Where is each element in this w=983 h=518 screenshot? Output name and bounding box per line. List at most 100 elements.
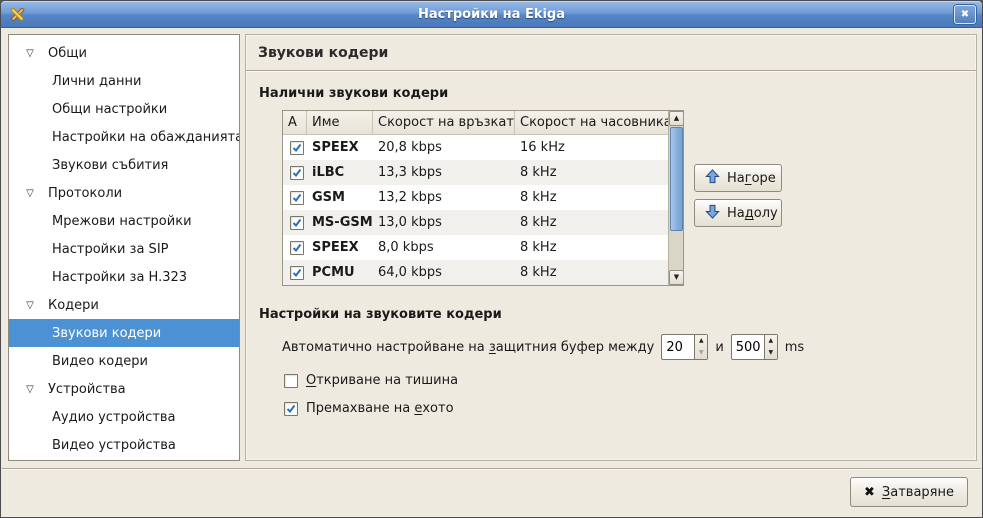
tree-label: Общи bbox=[48, 46, 87, 61]
window-title: Настройки на Ekiga bbox=[1, 7, 982, 22]
unit-label: ms bbox=[785, 340, 804, 355]
codec-name: iLBC bbox=[307, 165, 373, 180]
codec-bitrate: 8,0 kbps bbox=[373, 240, 515, 255]
silence-detection-label: Откриване на тишина bbox=[306, 373, 458, 388]
spin-down-icon: ▼ bbox=[765, 347, 777, 359]
jitter-min-input[interactable] bbox=[662, 335, 694, 359]
column-header-active[interactable]: A bbox=[283, 111, 307, 134]
tree-label: Настройки за H.323 bbox=[52, 270, 187, 285]
sidebar-item-general-settings[interactable]: Общи настройки bbox=[9, 95, 239, 123]
separator bbox=[246, 70, 976, 72]
jitter-buffer-row: Автоматично настройване на защитния буфе… bbox=[282, 334, 976, 360]
echo-cancellation-checkbox[interactable] bbox=[284, 402, 298, 416]
settings-tree: ▽ Общи Лични данни Общи настройки Настро… bbox=[8, 34, 240, 461]
tree-label: Настройки за SIP bbox=[52, 242, 169, 257]
table-row[interactable]: SPEEX 8,0 kbps 8 kHz bbox=[283, 235, 668, 260]
codec-name: PCMU bbox=[307, 265, 373, 280]
column-header-name[interactable]: Име bbox=[307, 111, 373, 134]
titlebar[interactable]: Настройки на Ekiga ✖ bbox=[1, 1, 982, 28]
sidebar-item-audio-devices[interactable]: Аудио устройства bbox=[9, 403, 239, 431]
codec-enabled-checkbox[interactable] bbox=[290, 266, 304, 280]
codec-enabled-checkbox[interactable] bbox=[290, 166, 304, 180]
window-close-button[interactable]: ✖ bbox=[954, 5, 976, 24]
silence-detection-checkbox[interactable] bbox=[284, 374, 298, 388]
tree-label: Видео устройства bbox=[52, 438, 176, 453]
codec-clockrate: 8 kHz bbox=[515, 240, 668, 255]
column-header-bitrate[interactable]: Скорост на връзката bbox=[373, 111, 515, 134]
codec-clockrate: 8 kHz bbox=[515, 265, 668, 280]
codec-bitrate: 13,3 kbps bbox=[373, 165, 515, 180]
sidebar-item-protocols[interactable]: ▽ Протоколи bbox=[9, 179, 239, 207]
expander-icon[interactable]: ▽ bbox=[23, 188, 37, 199]
codec-bitrate: 20,8 kbps bbox=[373, 140, 515, 155]
footer-separator bbox=[2, 468, 981, 470]
table-row[interactable]: MS-GSM 13,0 kbps 8 kHz bbox=[283, 210, 668, 235]
codec-enabled-checkbox[interactable] bbox=[290, 191, 304, 205]
sidebar-item-sip-settings[interactable]: Настройки за SIP bbox=[9, 235, 239, 263]
codec-clockrate: 8 kHz bbox=[515, 190, 668, 205]
table-row[interactable]: GSM 13,2 kbps 8 kHz bbox=[283, 185, 668, 210]
codec-clockrate: 8 kHz bbox=[515, 215, 668, 230]
tree-label: Видео кодери bbox=[52, 354, 148, 369]
sidebar-item-general[interactable]: ▽ Общи bbox=[9, 39, 239, 67]
codec-enabled-checkbox[interactable] bbox=[290, 216, 304, 230]
codec-name: GSM bbox=[307, 190, 373, 205]
table-row[interactable]: SPEEX 20,8 kbps 16 kHz bbox=[283, 135, 668, 160]
close-button-label: Затваряне bbox=[882, 485, 954, 500]
jitter-min-spinner[interactable]: ▲▼ bbox=[661, 334, 708, 360]
tree-label: Общи настройки bbox=[52, 102, 167, 117]
button-label: Надолу bbox=[727, 206, 778, 221]
scroll-up-icon[interactable]: ▲ bbox=[669, 111, 684, 126]
expander-icon[interactable]: ▽ bbox=[23, 384, 37, 395]
codec-clockrate: 8 kHz bbox=[515, 165, 668, 180]
tree-label: Звукови събития bbox=[52, 158, 168, 173]
codec-bitrate: 13,2 kbps bbox=[373, 190, 515, 205]
echo-cancellation-label: Премахване на ехото bbox=[306, 401, 454, 416]
spinner-arrows[interactable]: ▲▼ bbox=[694, 335, 707, 359]
expander-icon[interactable]: ▽ bbox=[23, 300, 37, 311]
scrollbar-thumb[interactable] bbox=[670, 127, 683, 231]
spin-down-icon: ▼ bbox=[695, 347, 707, 359]
tree-label: Кодери bbox=[48, 298, 99, 313]
jitter-max-input[interactable] bbox=[732, 335, 764, 359]
tools-icon bbox=[8, 5, 27, 24]
button-label: Нагоре bbox=[727, 171, 776, 186]
jitter-max-spinner[interactable]: ▲▼ bbox=[731, 334, 778, 360]
table-row[interactable]: PCMU 64,0 kbps 8 kHz bbox=[283, 260, 668, 285]
silence-detection-row[interactable]: Откриване на тишина bbox=[284, 373, 976, 388]
move-down-button[interactable]: Надолу bbox=[694, 199, 782, 227]
table-header: A Име Скорост на връзката Скорост на час… bbox=[283, 111, 668, 135]
spinner-arrows[interactable]: ▲▼ bbox=[764, 335, 777, 359]
codec-bitrate: 13,0 kbps bbox=[373, 215, 515, 230]
codec-table: A Име Скорост на връзката Скорост на час… bbox=[282, 110, 684, 286]
tree-label: Мрежови настройки bbox=[52, 214, 192, 229]
sidebar-item-call-options[interactable]: Настройки на обажданията bbox=[9, 123, 239, 151]
column-header-clockrate[interactable]: Скорост на часовника bbox=[515, 111, 668, 134]
vertical-scrollbar[interactable]: ▲ ▼ bbox=[668, 111, 683, 285]
sidebar-item-audio-codecs[interactable]: Звукови кодери bbox=[9, 319, 239, 347]
tree-label: Протоколи bbox=[48, 186, 122, 201]
sidebar-item-sound-events[interactable]: Звукови събития bbox=[9, 151, 239, 179]
expander-icon[interactable]: ▽ bbox=[23, 48, 37, 59]
move-up-button[interactable]: Нагоре bbox=[694, 164, 782, 192]
sidebar-item-video-codecs[interactable]: Видео кодери bbox=[9, 347, 239, 375]
close-x-icon: ✖ bbox=[864, 485, 875, 500]
codec-enabled-checkbox[interactable] bbox=[290, 141, 304, 155]
close-x-icon: ✖ bbox=[961, 9, 969, 20]
scroll-down-icon[interactable]: ▼ bbox=[669, 270, 684, 285]
close-button[interactable]: ✖ Затваряне bbox=[850, 477, 968, 507]
sidebar-item-h323-settings[interactable]: Настройки за H.323 bbox=[9, 263, 239, 291]
sidebar-item-codecs[interactable]: ▽ Кодери bbox=[9, 291, 239, 319]
main-panel: Звукови кодери Налични звукови кодери A … bbox=[245, 34, 977, 461]
codec-enabled-checkbox[interactable] bbox=[290, 241, 304, 255]
sidebar-item-network-settings[interactable]: Мрежови настройки bbox=[9, 207, 239, 235]
echo-cancellation-row[interactable]: Премахване на ехото bbox=[284, 401, 976, 416]
codec-name: SPEEX bbox=[307, 140, 373, 155]
sidebar-item-video-devices[interactable]: Видео устройства bbox=[9, 431, 239, 459]
tree-label: Аудио устройства bbox=[52, 410, 176, 425]
codec-clockrate: 16 kHz bbox=[515, 140, 668, 155]
tree-label: Лични данни bbox=[52, 74, 141, 89]
table-row[interactable]: iLBC 13,3 kbps 8 kHz bbox=[283, 160, 668, 185]
sidebar-item-devices[interactable]: ▽ Устройства bbox=[9, 375, 239, 403]
sidebar-item-personal-data[interactable]: Лични данни bbox=[9, 67, 239, 95]
